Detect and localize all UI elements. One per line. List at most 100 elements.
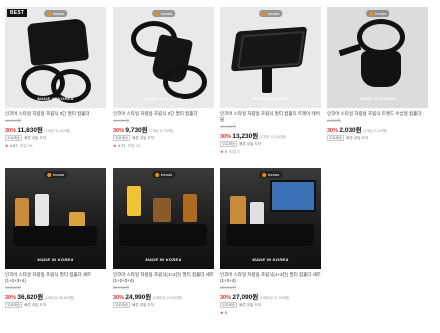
free-shipping-tag: 무료배송	[220, 141, 238, 147]
product-card[interactable]: incoas MADE IN KOREA 인코어 스타일 차량용 조립식(1+2…	[113, 168, 214, 308]
sale-price: 2,030원	[339, 127, 362, 134]
free-shipping-tag: 무료배송	[327, 135, 345, 141]
product-title[interactable]: 인코어 스타일 차량용 조립식(1+3단) 멀티 컵홀더 세트 (1+3+4)	[220, 272, 321, 284]
brand-watermark: incoas	[258, 10, 283, 17]
sale-price: 13,230원	[232, 133, 259, 140]
fast-delivery-tag: 빠른 내일 도착	[24, 303, 47, 307]
free-shipping-tag: 무료배송	[113, 135, 131, 141]
price-line: 30% 13,230원 (1개당 13,230원)	[220, 130, 321, 140]
price-line: 30% 36,820원 (1세트당 36,820원)	[5, 291, 106, 301]
cup-drink	[35, 194, 49, 226]
cup-holder-ring	[163, 65, 207, 99]
rating-score: 4.87	[9, 143, 18, 148]
discount-rate: 30%	[220, 295, 232, 301]
product-image[interactable]: incoas MADE IN KOREA	[327, 7, 428, 108]
product-title[interactable]: 인코어 스타일 차량용 조립식 트렌드 수납형 컵홀더	[327, 111, 428, 117]
sale-price: 24,990원	[125, 294, 152, 301]
cup-holder-body	[13, 226, 97, 246]
cup-holder-body	[226, 224, 314, 246]
product-card[interactable]: incoas MADE IN KOREA 인코어 스타일 차량용 조립식 멀티 …	[5, 168, 106, 308]
cup-drink	[127, 186, 141, 216]
fast-delivery-tag: 빠른 내일 도착	[132, 303, 155, 307]
made-in-label: MADE IN KOREA	[145, 257, 182, 262]
product-image[interactable]: incoas MADE IN KOREA	[5, 168, 106, 269]
shipping-tags: 무료배송 빠른 내일 도착	[220, 302, 321, 308]
cup-holder-ring	[357, 19, 405, 55]
shipping-tags: 무료배송 빠른 내일 도착	[113, 302, 214, 308]
rating: ★ 4.71 리뷰 24	[113, 143, 214, 149]
rating: ★ 5 리뷰 3	[220, 149, 321, 155]
brand-watermark: incoas	[365, 10, 390, 17]
unit-price: (1세트당 24,990원)	[152, 296, 183, 300]
unit-price: (1개당 9,730원)	[149, 129, 174, 133]
sale-price: 11,830원	[17, 127, 43, 134]
made-in-label: MADE IN KOREA	[252, 96, 289, 101]
discount-rate: 30%	[113, 128, 125, 134]
price-line: 30% 24,990원 (1세트당 24,990원)	[113, 291, 214, 301]
product-image[interactable]: incoas MADE IN KOREA	[220, 7, 321, 108]
review-count: 리뷰 38	[19, 143, 33, 148]
product-card[interactable]: incoas MADE IN KOREA 인코어 스타일 차량용 조립식 멀티 …	[220, 7, 321, 155]
product-image[interactable]: BEST incoas MADE IN KOREA	[5, 7, 106, 108]
tray-rim	[237, 30, 305, 70]
product-title[interactable]: 인코어 스타일 차량용 조립식 2단 멀티 컵홀더	[113, 111, 214, 117]
brand-watermark: incoas	[151, 171, 176, 178]
made-in-label: MADE IN KOREA	[37, 96, 74, 101]
product-image[interactable]: incoas MADE IN KOREA	[113, 7, 214, 108]
rating: ★ 5	[220, 310, 321, 315]
shipping-tags: 무료배송 빠른 내일 도착	[5, 302, 106, 308]
star-icon: ★	[5, 143, 9, 148]
fast-delivery-tag: 빠른 내일 도착	[239, 142, 262, 146]
cup-drink	[183, 194, 197, 222]
rating-score: 5	[224, 310, 227, 315]
shipping-tags: 무료배송 빠른 내일 도착	[113, 135, 214, 141]
fast-delivery-tag: 빠른 내일 도착	[132, 136, 155, 140]
shipping-tags: 무료배송 빠른 내일 도착	[220, 141, 321, 147]
brand-watermark: incoas	[258, 171, 283, 178]
cup-drink	[250, 202, 264, 226]
product-title[interactable]: 인코어 스타일 차량용 조립식 멀티 컵홀더 트레이 테이블	[220, 111, 321, 123]
price-line: 30% 2,030원 (1개당 2,030원)	[327, 124, 428, 134]
review-count: 리뷰 3	[228, 149, 240, 154]
tray-stand	[262, 67, 272, 93]
sale-price: 27,090원	[232, 294, 259, 301]
product-card[interactable]: BEST incoas MADE IN KOREA 인코어 스타일 차량용 조립…	[5, 7, 106, 149]
cup-drink	[15, 198, 29, 228]
best-badge: BEST	[7, 9, 28, 17]
rating-score: 5	[224, 149, 227, 154]
free-shipping-tag: 무료배송	[220, 302, 238, 308]
rating-score: 4.71	[117, 143, 126, 148]
made-in-label: MADE IN KOREA	[145, 96, 182, 101]
product-card[interactable]: incoas MADE IN KOREA 인코어 스타일 차량용 조립식 트렌드…	[327, 7, 428, 141]
unit-price: (1개당 2,030원)	[363, 129, 388, 133]
unit-price: (1개당 11,830원)	[44, 129, 71, 133]
product-title[interactable]: 인코어 스타일 차량용 조립식 3단 멀티 컵홀더	[5, 111, 106, 117]
product-card[interactable]: incoas MADE IN KOREA 인코어 스타일 차량용 조립식 2단 …	[113, 7, 214, 149]
product-card[interactable]: incoas MADE IN KOREA 인코어 스타일 차량용 조립식(1+3…	[220, 168, 321, 315]
made-in-label: MADE IN KOREA	[252, 257, 289, 262]
cup-drink	[230, 196, 246, 226]
fast-delivery-tag: 빠른 내일 도착	[24, 136, 47, 140]
made-in-label: MADE IN KOREA	[37, 257, 74, 262]
shipping-tags: 무료배송 빠른 내일 도착	[327, 135, 428, 141]
free-shipping-tag: 무료배송	[113, 302, 131, 308]
brand-watermark: incoas	[43, 10, 68, 17]
price-line: 30% 27,090원 (1세트당 27,090원)	[220, 291, 321, 301]
sale-price: 9,730원	[125, 127, 148, 134]
price-line: 30% 9,730원 (1개당 9,730원)	[113, 124, 214, 134]
product-title[interactable]: 인코어 스타일 차량용 조립식(1+2단) 멀티 컵홀더 세트 (1+2+3+4…	[113, 272, 214, 284]
discount-rate: 30%	[327, 128, 339, 134]
cup-drink	[153, 198, 171, 222]
cup-holder-body	[119, 224, 207, 246]
review-count: 리뷰 24	[127, 143, 141, 148]
rating: ★ 4.87 리뷰 38	[5, 143, 106, 149]
unit-price: (1세트당 27,090원)	[259, 296, 290, 300]
product-image[interactable]: incoas MADE IN KOREA	[113, 168, 214, 269]
cup-holder-arm	[338, 43, 362, 57]
product-image[interactable]: incoas MADE IN KOREA	[220, 168, 321, 269]
free-shipping-tag: 무료배송	[5, 135, 23, 141]
discount-rate: 30%	[5, 128, 17, 134]
star-icon: ★	[220, 310, 224, 315]
product-title[interactable]: 인코어 스타일 차량용 조립식 멀티 컵홀더 세트 (1+2+3+4)	[5, 272, 106, 284]
fast-delivery-tag: 빠른 내일 도착	[239, 303, 262, 307]
